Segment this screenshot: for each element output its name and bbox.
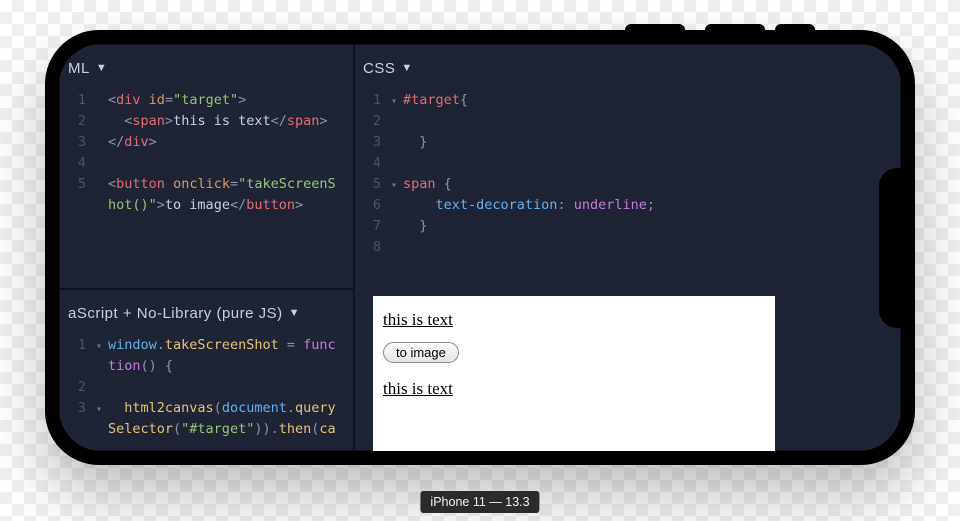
code-source: span { (403, 174, 452, 195)
fold-icon[interactable]: ▾ (96, 339, 108, 355)
code-line[interactable]: hot()">to image</button> (60, 195, 353, 216)
code-line[interactable]: 4 (355, 153, 900, 174)
output-preview: this is text to image this is text (373, 296, 775, 451)
gutter-line-number: 6 (355, 195, 391, 216)
gutter-line-number: 3 (355, 132, 391, 153)
code-source: tion() { (108, 356, 173, 377)
gutter-line-number: 8 (355, 237, 391, 258)
pane-html-code[interactable]: 1<div id="target">2 <span>this is text</… (60, 86, 353, 226)
code-line[interactable]: 1▾window.takeScreenShot = func (60, 335, 353, 356)
code-line[interactable]: 5 <button onclick="takeScreenS (60, 174, 353, 195)
pane-css-header[interactable]: CSS ▼ (355, 45, 900, 86)
fold-icon[interactable]: ▾ (391, 178, 403, 194)
gutter-line-number: 2 (355, 111, 391, 132)
dropdown-icon: ▼ (401, 60, 412, 77)
gutter-line-number: 3 (60, 398, 96, 419)
gutter-line-number: 5 (355, 174, 391, 195)
pane-js-code[interactable]: 1▾window.takeScreenShot = function() {23… (60, 331, 353, 450)
gutter-line-number: 1 (355, 90, 391, 111)
device-frame: ML ▼ 1<div id="target">2 <span>this is t… (45, 30, 915, 465)
code-line[interactable]: 3 </div> (60, 132, 353, 153)
code-source: </div> (108, 132, 157, 153)
gutter-line-number: 1 (60, 335, 96, 356)
pane-css-code[interactable]: 1▾#target{23 }45▾span {6 text-decoration… (355, 86, 900, 267)
gutter-line-number: 2 (60, 377, 96, 398)
device-volume-up (625, 24, 685, 30)
code-source: <div id="target"> (108, 90, 246, 111)
device-mute-switch (775, 24, 815, 30)
code-line[interactable]: 3▾ html2canvas(document.query (60, 398, 353, 419)
gutter-line-number: 7 (355, 216, 391, 237)
code-source: #target{ (403, 90, 468, 111)
code-source: hot()">to image</button> (108, 195, 303, 216)
code-line[interactable]: 7 } (355, 216, 900, 237)
to-image-button[interactable]: to image (383, 342, 459, 363)
pane-js-title: aScript + No-Library (pure JS) (68, 302, 283, 325)
pane-html-title: ML (68, 57, 90, 80)
gutter-line-number: 1 (60, 90, 96, 111)
code-source: window.takeScreenShot = func (108, 335, 336, 356)
code-line[interactable]: 2 <span>this is text</span> (60, 111, 353, 132)
code-line[interactable]: 1 <div id="target"> (60, 90, 353, 111)
code-source: } (403, 132, 427, 153)
gutter-line-number: 2 (60, 111, 96, 132)
dropdown-icon: ▼ (289, 305, 300, 322)
device-screen: ML ▼ 1<div id="target">2 <span>this is t… (59, 44, 901, 451)
gutter-line-number: 4 (60, 153, 96, 174)
code-line[interactable]: Selector("#target")).then(ca (60, 419, 353, 440)
fold-icon[interactable]: ▾ (391, 94, 403, 110)
code-source: } (403, 216, 427, 237)
fold-icon[interactable]: ▾ (96, 402, 108, 418)
pane-js-header[interactable]: aScript + No-Library (pure JS) ▼ (60, 290, 353, 331)
device-label: iPhone 11 — 13.3 (420, 491, 539, 513)
gutter-line-number: 5 (60, 174, 96, 195)
code-line[interactable]: tion() { (60, 356, 353, 377)
code-source: text-decoration: underline; (403, 195, 655, 216)
device-notch (879, 168, 901, 328)
code-line[interactable]: 6 text-decoration: underline; (355, 195, 900, 216)
dropdown-icon: ▼ (96, 60, 107, 77)
pane-js: aScript + No-Library (pure JS) ▼ 1▾windo… (59, 289, 354, 451)
gutter-line-number: 4 (355, 153, 391, 174)
device-volume-down (705, 24, 765, 30)
code-line[interactable]: 2 (355, 111, 900, 132)
code-source: Selector("#target")).then(ca (108, 419, 336, 440)
code-line[interactable]: 2 (60, 377, 353, 398)
preview-text-2: this is text (383, 379, 765, 399)
code-line[interactable]: 4 (60, 153, 353, 174)
pane-html-header[interactable]: ML ▼ (60, 45, 353, 86)
preview-text-1: this is text (383, 310, 765, 330)
code-source: <span>this is text</span> (108, 111, 328, 132)
gutter-line-number: 3 (60, 132, 96, 153)
code-line[interactable]: 8 (355, 237, 900, 258)
pane-html: ML ▼ 1<div id="target">2 <span>this is t… (59, 44, 354, 289)
code-line[interactable]: 1▾#target{ (355, 90, 900, 111)
code-line[interactable]: 3 } (355, 132, 900, 153)
code-source: html2canvas(document.query (108, 398, 336, 419)
code-source: <button onclick="takeScreenS (108, 174, 336, 195)
code-line[interactable]: 5▾span { (355, 174, 900, 195)
pane-css-title: CSS (363, 57, 395, 80)
